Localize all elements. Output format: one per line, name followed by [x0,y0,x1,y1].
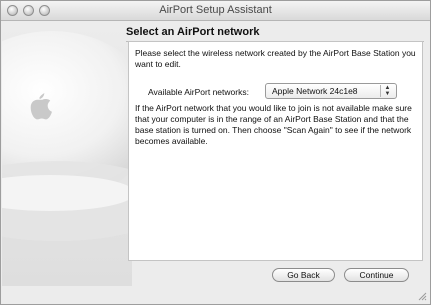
intro-text: Please select the wireless network creat… [135,48,416,69]
page-title: Select an AirPort network [126,26,260,38]
go-back-button[interactable]: Go Back [272,268,335,282]
network-popup-value: Apple Network 24c1e8 [272,86,358,96]
help-text: If the AirPort network that you would li… [135,103,412,146]
content-panel: Please select the wireless network creat… [128,41,423,261]
networks-label: Available AirPort networks: [148,87,249,97]
resize-grip-icon[interactable] [417,291,427,301]
up-down-arrows-icon: ▲ ▼ [380,85,394,97]
title-bar[interactable]: AirPort Setup Assistant [1,1,430,21]
assistant-window: AirPort Setup Assistant Select an AirPor… [0,0,431,305]
network-popup[interactable]: Apple Network 24c1e8 ▲ ▼ [265,83,397,99]
base-station-illustration [2,21,132,286]
window-title: AirPort Setup Assistant [159,4,272,16]
continue-button[interactable]: Continue [344,268,409,282]
